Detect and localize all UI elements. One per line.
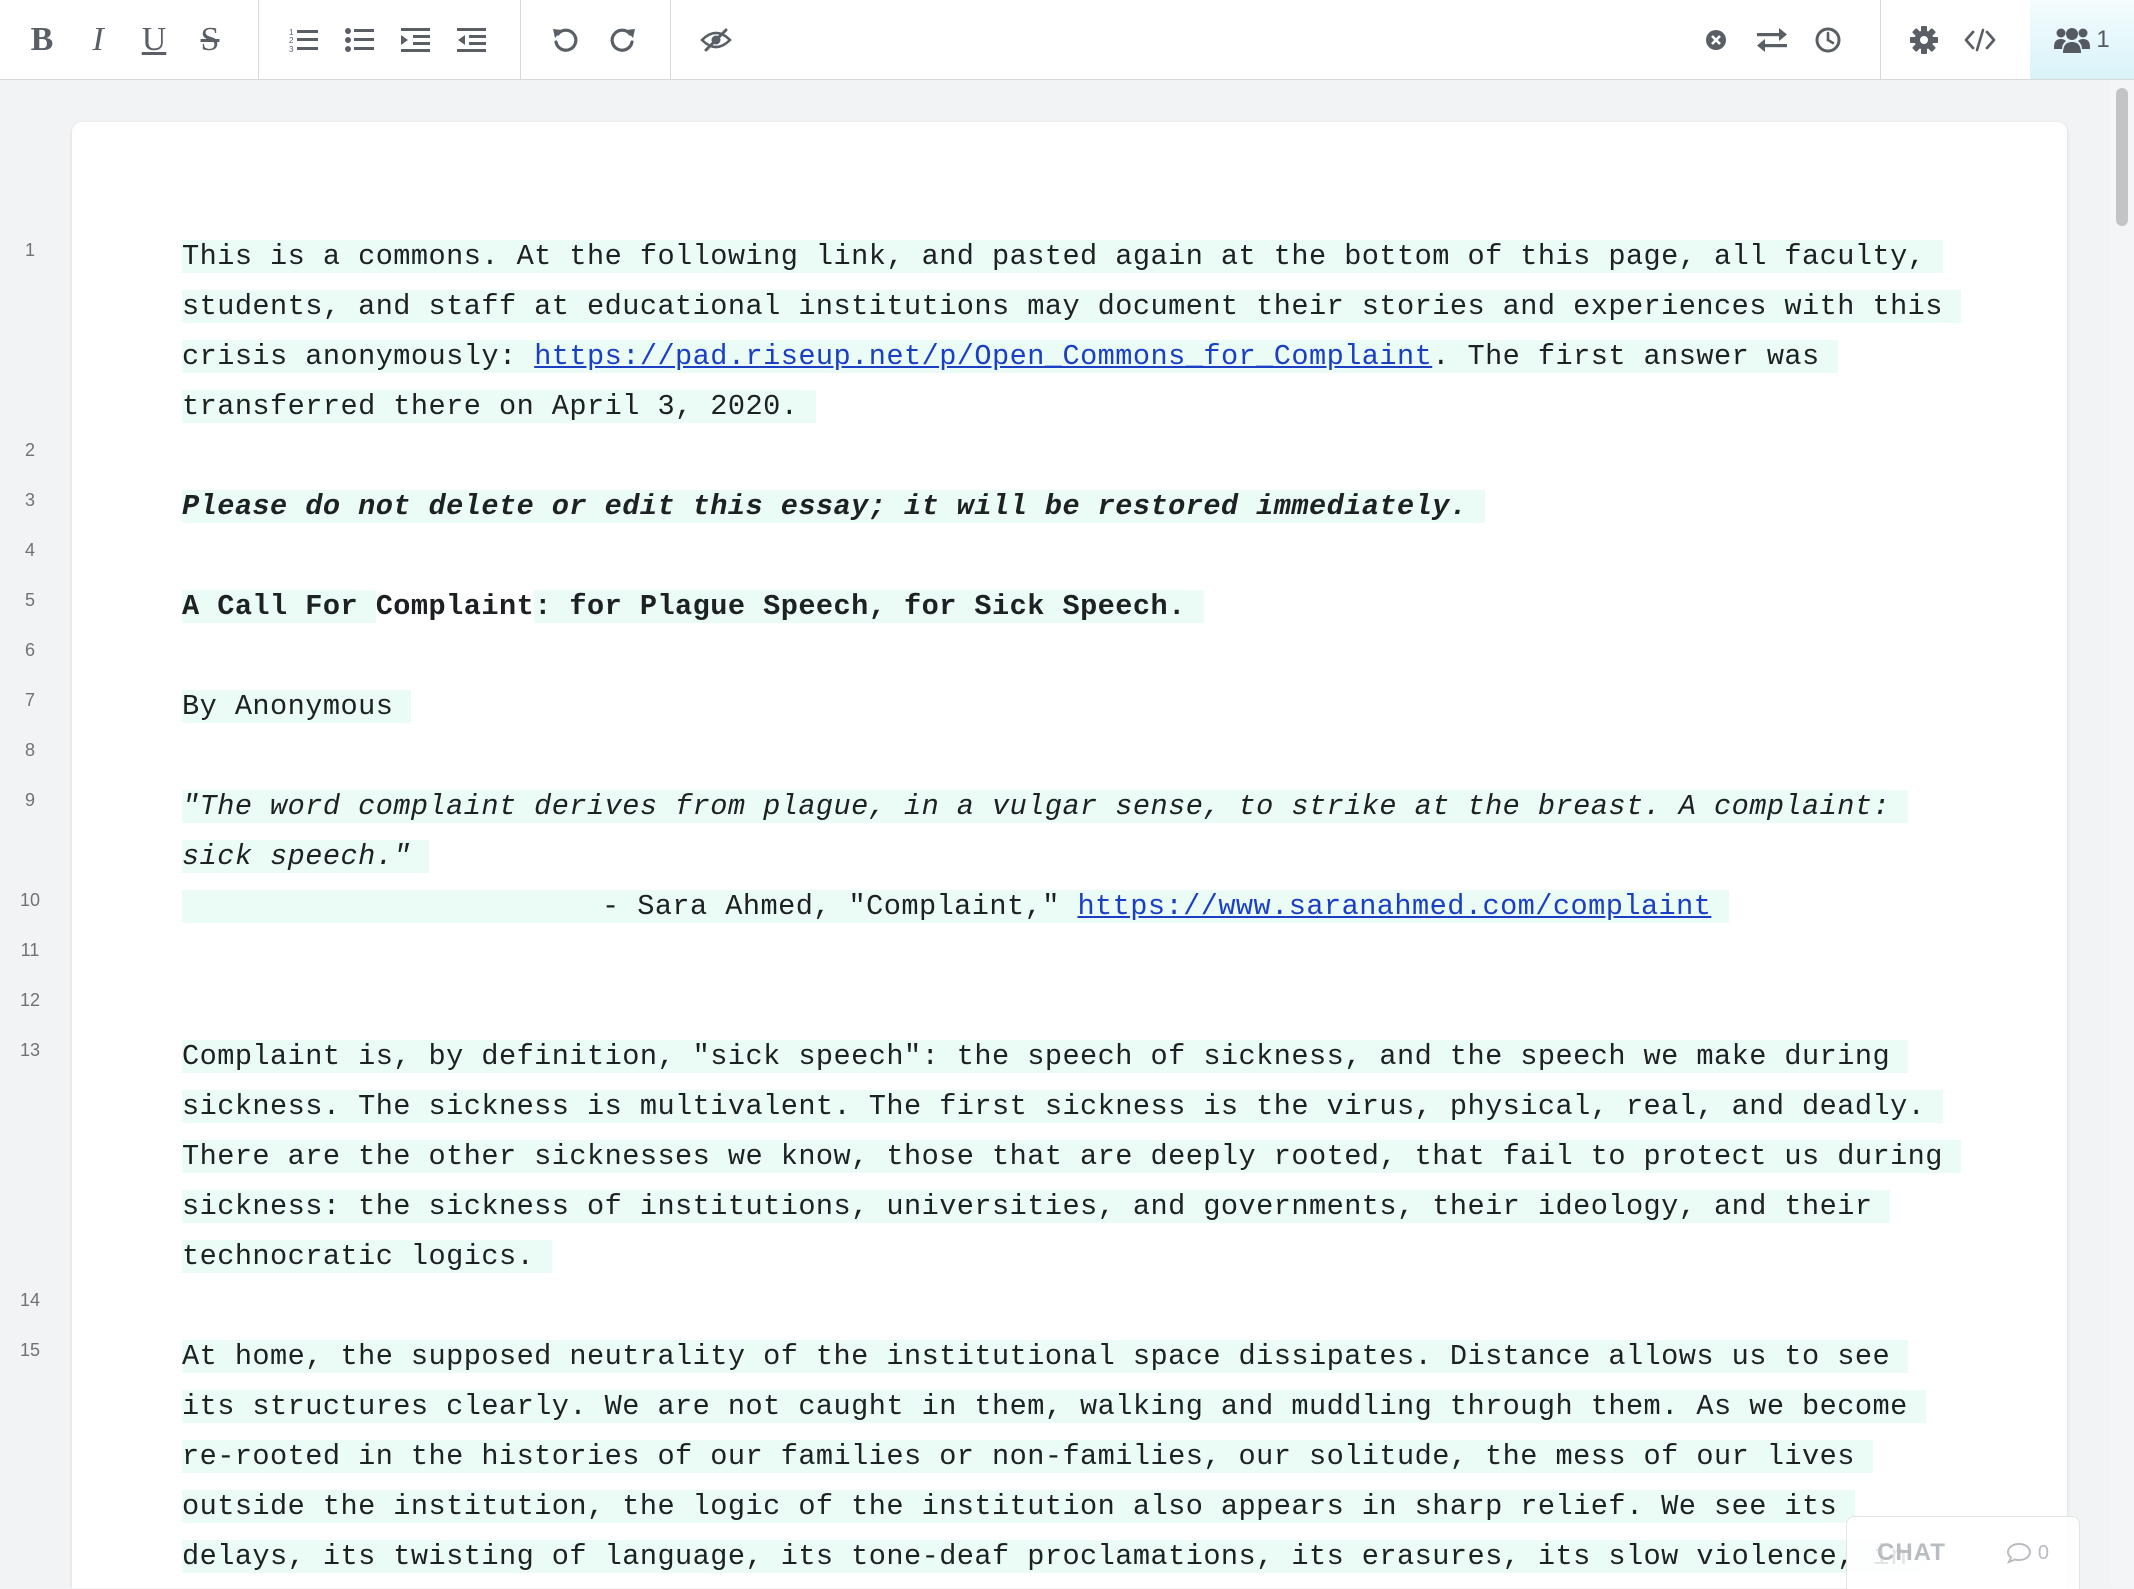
line-number: 14: [19, 1290, 41, 1310]
chat-count: 0: [2037, 1541, 2049, 1564]
settings-button[interactable]: [1896, 12, 1952, 68]
empty-line[interactable]: [182, 932, 1952, 982]
undo-button[interactable]: [538, 12, 594, 68]
line-number: 12: [19, 990, 41, 1010]
byline-text: By Anonymous: [182, 690, 412, 723]
empty-line[interactable]: [182, 732, 1952, 782]
underline-button[interactable]: U: [126, 12, 182, 68]
ordered-list-button[interactable]: 1 2 3: [276, 12, 332, 68]
gear-icon: [1910, 25, 1938, 54]
users-icon: [2054, 27, 2091, 53]
unordered-list-icon: [345, 27, 374, 52]
italic-button[interactable]: I: [70, 12, 126, 68]
clear-authorship-icon: [1706, 29, 1726, 50]
epigraph-text: "The word complaint derives from plague,…: [182, 790, 1909, 873]
paragraph-line-10[interactable]: - Sara Ahmed, "Complaint," https://www.s…: [182, 882, 1952, 932]
line-number: 7: [24, 690, 35, 710]
line-number: 4: [24, 540, 35, 560]
timeslider-clock-icon: [1815, 27, 1841, 52]
svg-text:3: 3: [289, 45, 294, 53]
users-count: 1: [2096, 25, 2110, 53]
line-number: 5: [24, 590, 35, 610]
embed-code-button[interactable]: [1952, 12, 2008, 68]
paragraph-text: At home, the supposed neutrality of the …: [182, 1340, 1926, 1573]
paragraph-line-5[interactable]: A Call For Complaint: for Plague Speech,…: [182, 582, 1952, 632]
essay-title-part: Complaint: [375, 590, 535, 623]
document-body[interactable]: This is a commons. At the following link…: [182, 232, 1961, 1582]
paragraph-line-1[interactable]: This is a commons. At the following link…: [182, 232, 1961, 432]
empty-line[interactable]: [182, 632, 1952, 682]
list-group: 1 2 3: [276, 0, 500, 79]
open-commons-link[interactable]: https://pad.riseup.net/p/Open_Commons_fo…: [534, 340, 1432, 373]
italic-icon: I: [92, 20, 104, 58]
indent-button[interactable]: [388, 12, 444, 68]
strikethrough-button[interactable]: S: [182, 12, 238, 68]
line-number: 3: [24, 490, 35, 510]
toolbar-separator: [520, 0, 521, 80]
empty-line[interactable]: [182, 1282, 1952, 1332]
paragraph-line-9[interactable]: "The word complaint derives from plague,…: [182, 782, 1952, 882]
bold-button[interactable]: B: [14, 12, 70, 68]
paragraph-line-13[interactable]: Complaint is, by definition, "sick speec…: [182, 1032, 1961, 1282]
sara-ahmed-link[interactable]: https://www.saranahmed.com/complaint: [1077, 890, 1711, 923]
paragraph-line-3[interactable]: Please do not delete or edit this essay;…: [182, 482, 1952, 532]
embed-code-icon: [1964, 28, 1996, 51]
toggle-authorship-colors-button[interactable]: [688, 12, 744, 68]
users-button[interactable]: 1: [2030, 0, 2134, 79]
editor-toolbar: B I U S 1 2 3 1: [0, 0, 2134, 80]
authorship-group: [688, 0, 744, 79]
warning-text: Please do not delete or edit this essay;…: [182, 490, 1486, 523]
empty-line[interactable]: [182, 532, 1952, 582]
chat-bubble-icon: [2006, 1542, 2031, 1564]
line-number: 9: [24, 790, 35, 810]
format-group: B I U S: [14, 0, 238, 79]
settings-group: [1896, 0, 2008, 79]
paragraph-text: Complaint is, by definition, "sick speec…: [182, 1040, 1961, 1273]
right-tools-group: [1688, 0, 1856, 79]
line-number: 13: [19, 1040, 41, 1060]
essay-title-part: A Call For: [182, 590, 376, 623]
line-number: 10: [19, 890, 41, 910]
import-export-button[interactable]: [1744, 12, 1800, 68]
paragraph-line-15[interactable]: At home, the supposed neutrality of the …: [182, 1332, 1952, 1582]
strikethrough-icon: S: [200, 20, 220, 58]
line-number: 1: [24, 240, 35, 260]
editor-area: 1 2 3 4 5 6 7 8 9 10 11 12 13 14 15 This…: [0, 80, 2110, 1588]
line-number: 8: [24, 740, 35, 760]
epigraph-attribution: - Sara Ahmed, "Complaint,": [602, 890, 1078, 923]
toolbar-separator: [258, 0, 259, 80]
paragraph-line-7[interactable]: By Anonymous: [182, 682, 1952, 732]
chat-button[interactable]: CHAT 0: [1846, 1516, 2080, 1589]
empty-line[interactable]: [182, 432, 1952, 482]
toolbar-separator: [1880, 0, 1881, 80]
outdent-button[interactable]: [444, 12, 500, 68]
vertical-scrollbar[interactable]: [2110, 80, 2134, 1588]
line-number: 11: [20, 940, 40, 960]
essay-title-part: : for Plague Speech, for Sick Speech.: [534, 590, 1204, 623]
line-number: 2: [24, 440, 35, 460]
history-group: [538, 0, 650, 79]
bold-icon: B: [30, 20, 54, 58]
redo-button[interactable]: [594, 12, 650, 68]
clear-authorship-button[interactable]: [1688, 12, 1744, 68]
empty-line[interactable]: [182, 982, 1952, 1032]
timeslider-button[interactable]: [1800, 12, 1856, 68]
toolbar-separator: [670, 0, 671, 80]
eye-slash-icon: [700, 28, 732, 51]
underline-icon: U: [141, 20, 167, 58]
indent-icon: [401, 27, 430, 52]
undo-icon: [553, 28, 578, 52]
redo-icon: [610, 28, 635, 52]
chat-counter: 0: [2006, 1542, 2049, 1565]
line-number: 15: [19, 1340, 41, 1360]
line-number: 6: [24, 640, 35, 660]
outdent-icon: [457, 27, 486, 52]
svg-text:2: 2: [289, 36, 294, 45]
scrollbar-thumb[interactable]: [2116, 88, 2128, 226]
import-export-icon: [1757, 27, 1787, 52]
unordered-list-button[interactable]: [332, 12, 388, 68]
chat-label: CHAT: [1877, 1539, 1946, 1566]
ordered-list-icon: 1 2 3: [289, 28, 318, 53]
